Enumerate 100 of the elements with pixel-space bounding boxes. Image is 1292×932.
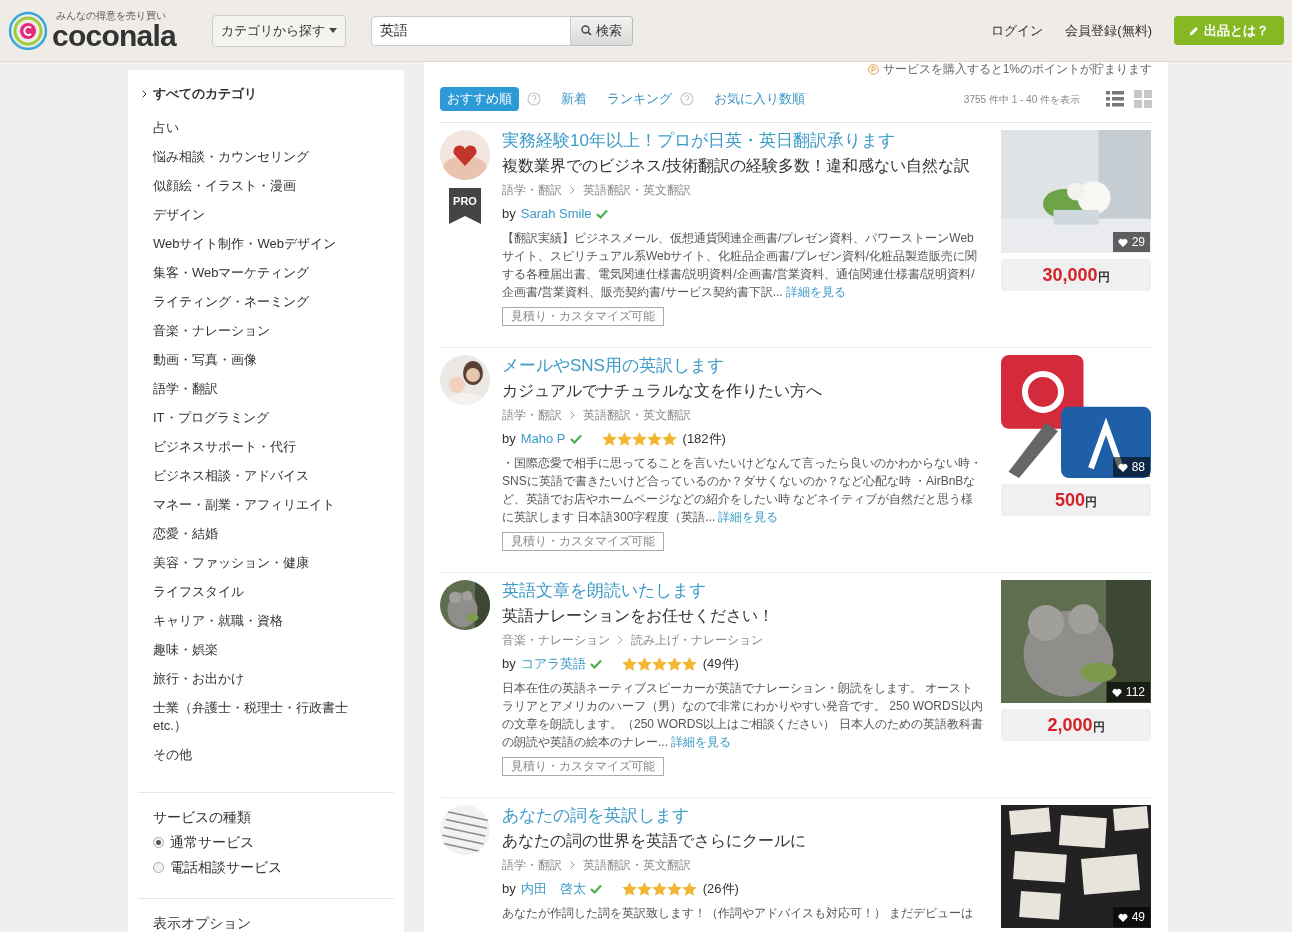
category-link[interactable]: すべてのカテゴリ [153, 84, 257, 104]
check-icon [589, 883, 602, 894]
favorite-count: 88 [1131, 459, 1145, 476]
breadcrumb-link[interactable]: 英語翻訳・英文翻訳 [583, 856, 691, 874]
sort-tab[interactable]: お気に入り数順 [714, 89, 805, 109]
category-link[interactable]: キャリア・就職・資格 [153, 606, 363, 636]
chevron-icon [570, 861, 575, 869]
chevron-icon [142, 89, 147, 98]
favorite-badge[interactable]: 88 [1112, 457, 1150, 477]
star-icon [666, 656, 682, 671]
listing-description: ・国際恋愛で相手に思ってることを言いたいけどなんて言ったら良いのかわからない時・SNSに英語で書きたいけど合っているのか？ダサくないのか？など心配な時 ・AirBnBなど、英語でお店やホームページなどの紹介をしたい時 などネイティブが自然だと思う様に英訳します 日本語300字程度（英語... 詳細を見る [502, 454, 983, 526]
category-link[interactable]: 悩み相談・カウンセリング [153, 142, 363, 172]
section-title: サービスの種類 [153, 807, 252, 827]
star-icon [646, 431, 662, 446]
star-icon [636, 881, 652, 896]
category-link[interactable]: ライフスタイル [153, 577, 363, 607]
star-icon [651, 881, 667, 896]
category-dropdown[interactable]: カテゴリから探す [212, 14, 346, 47]
price: 30,000 [1042, 263, 1098, 287]
review-count: (26件) [702, 880, 739, 898]
caret-icon [329, 28, 337, 33]
logo-wordmark: coconala [52, 20, 177, 51]
radio-label: 通常サービス [170, 832, 254, 852]
section-title: 表示オプション [153, 913, 252, 932]
review-count: (49件) [702, 655, 739, 673]
chevron-icon [618, 636, 623, 644]
chevron-icon [570, 186, 575, 194]
by-label: by [502, 205, 516, 223]
category-link[interactable]: マネー・副業・アフィリエイト [153, 490, 363, 520]
category-link[interactable]: ビジネス相談・アドバイス [153, 461, 363, 491]
pro-badge: PRO [449, 188, 481, 224]
category-link[interactable]: 趣味・娯楽 [153, 635, 363, 665]
review-count: (182件) [682, 430, 726, 448]
star-icon [661, 431, 677, 446]
category-link[interactable]: Webサイト制作・Webデザイン [153, 229, 363, 259]
star-icon [601, 431, 617, 446]
chevron-icon [570, 411, 575, 419]
search-button[interactable]: 検索 [571, 15, 633, 46]
star-icon [621, 656, 637, 671]
favorite-count: 112 [1125, 684, 1145, 701]
category-link[interactable]: 動画・写真・画像 [153, 345, 363, 375]
favorite-badge[interactable]: 49 [1112, 907, 1150, 927]
listing-subtitle: 英語ナレーションをお任せください！ [502, 606, 775, 626]
by-label: by [502, 655, 516, 673]
category-link[interactable]: 音楽・ナレーション [153, 316, 363, 346]
logo-icon [8, 10, 48, 51]
breadcrumb-link[interactable]: 語学・翻訳 [502, 856, 562, 874]
radio-button[interactable] [153, 836, 164, 848]
category-link[interactable]: ビジネスサポート・代行 [153, 432, 363, 462]
heart-icon [1117, 462, 1128, 472]
category-link[interactable]: 恋愛・結婚 [153, 519, 363, 549]
customizable-tag: 見積り・カスタマイズ可能 [502, 531, 664, 551]
check-icon [589, 658, 602, 669]
star-icon [651, 656, 667, 671]
favorite-count: 29 [1131, 234, 1145, 251]
by-label: by [502, 880, 516, 898]
currency: 円 [1097, 268, 1110, 286]
category-link[interactable]: 占い [153, 113, 363, 143]
category-link[interactable]: 集客・Webマーケティング [153, 258, 363, 288]
favorite-badge[interactable]: 29 [1112, 232, 1150, 252]
listing-subtitle: 複数業界でのビジネス/技術翻訳の経験多数！違和感ない自然な訳 [502, 156, 972, 176]
breadcrumb-link[interactable]: 語学・翻訳 [502, 181, 562, 199]
star-icon [631, 431, 647, 446]
search-icon [581, 25, 592, 36]
category-link[interactable]: 似顔絵・イラスト・漫画 [153, 171, 363, 201]
star-icon [621, 881, 637, 896]
list-view-icon[interactable] [1106, 90, 1124, 108]
heart-icon [1117, 237, 1128, 247]
category-link[interactable]: 旅行・お出かけ [153, 664, 363, 694]
category-link[interactable]: 美容・ファッション・健康 [153, 548, 363, 578]
heart-icon [1117, 912, 1128, 922]
points-notice: サービスを購入すると1%のポイントが貯まります [882, 61, 1152, 78]
breadcrumb-link[interactable]: 英語翻訳・英文翻訳 [583, 181, 691, 199]
header-link[interactable]: 会員登録(無料) [1065, 20, 1152, 41]
favorite-count: 49 [1131, 909, 1145, 926]
category-link[interactable]: 士業（弁護士・税理士・行政書士etc.） [153, 693, 363, 741]
breadcrumb-link[interactable]: 読み上げ・ナレーション [631, 631, 763, 649]
result-count: 3755 件中 1 - 40 件を表示 [963, 92, 1080, 107]
radio-button[interactable] [153, 861, 164, 873]
customizable-tag: 見積り・カスタマイズ可能 [502, 306, 664, 326]
check-icon [569, 433, 582, 444]
breadcrumb-link[interactable]: 英語翻訳・英文翻訳 [583, 406, 691, 424]
category-link[interactable]: その他 [153, 740, 363, 770]
customizable-tag: 見積り・カスタマイズ可能 [502, 756, 664, 776]
category-link[interactable]: ライティング・ネーミング [153, 287, 363, 317]
breadcrumb-link[interactable]: 語学・翻訳 [502, 406, 562, 424]
sort-tab[interactable]: ランキング [607, 89, 672, 109]
price: 2,000 [1047, 713, 1093, 737]
currency: 円 [1085, 494, 1097, 511]
search-field[interactable]: 英語 [371, 15, 571, 46]
favorite-badge[interactable]: 112 [1106, 682, 1150, 702]
breadcrumb-link[interactable]: 音楽・ナレーション [502, 631, 610, 649]
star-icon [681, 656, 697, 671]
category-link[interactable]: 語学・翻訳 [153, 374, 363, 404]
header-link[interactable]: ログイン [991, 20, 1044, 41]
check-icon [595, 208, 608, 219]
category-link[interactable]: デザイン [153, 200, 363, 230]
category-link[interactable]: IT・プログラミング [153, 403, 363, 433]
currency: 円 [1092, 718, 1105, 736]
sort-tab[interactable]: 新着 [561, 89, 587, 109]
